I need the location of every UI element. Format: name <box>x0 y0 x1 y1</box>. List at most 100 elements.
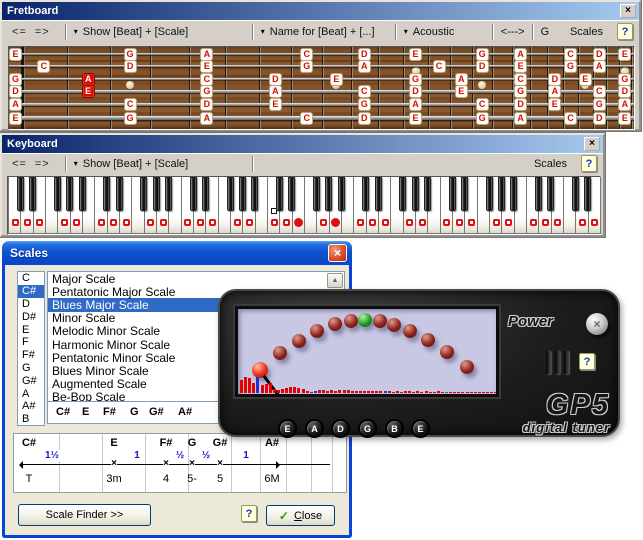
piano-black-key[interactable] <box>251 177 258 211</box>
piano-black-key[interactable] <box>362 177 369 211</box>
piano-black-key[interactable] <box>276 177 283 211</box>
fret-note-marker[interactable]: D <box>618 85 631 98</box>
fret-note-marker[interactable]: D <box>358 112 371 125</box>
piano-black-key[interactable] <box>399 177 406 211</box>
piano-black-key[interactable] <box>572 177 579 211</box>
fret-note-marker[interactable]: D <box>269 73 282 86</box>
fret-note-marker[interactable]: G <box>358 98 371 111</box>
scale-finder-button[interactable]: Scale Finder >> <box>18 504 151 526</box>
stretch-control[interactable]: <---> <box>501 26 525 38</box>
guitar-string[interactable] <box>9 65 634 67</box>
piano-black-key[interactable] <box>313 177 320 211</box>
fret-note-marker[interactable]: E <box>330 73 343 86</box>
piano-black-key[interactable] <box>202 177 209 211</box>
guitar-string[interactable] <box>9 53 634 55</box>
fret-note-marker[interactable]: G <box>564 60 577 73</box>
fret-note-marker[interactable]: A <box>548 85 561 98</box>
fret-note-marker[interactable]: C <box>514 73 527 86</box>
piano-black-key[interactable] <box>17 177 24 211</box>
tuner-string-button[interactable]: A <box>305 419 324 438</box>
fretboard-panel[interactable]: EGDAEGACDEGACDECDEGACDEGAACDEGACDEGEGACD… <box>8 46 635 130</box>
scales-link[interactable]: Scales <box>570 26 603 38</box>
fret-note-marker[interactable]: E <box>514 60 527 73</box>
fret-note-marker[interactable]: D <box>124 60 137 73</box>
piano-black-key[interactable] <box>79 177 86 211</box>
piano-black-key[interactable] <box>140 177 147 211</box>
fret-note-marker[interactable]: G <box>476 48 489 61</box>
fret-note-marker[interactable]: A <box>593 60 606 73</box>
help-icon[interactable]: ? <box>579 353 595 370</box>
fret-note-marker[interactable]: C <box>124 98 137 111</box>
open-note-marker[interactable]: A <box>9 98 22 111</box>
fret-note-marker[interactable]: D <box>409 85 422 98</box>
fret-note-marker[interactable]: G <box>300 60 313 73</box>
piano-black-key[interactable] <box>190 177 197 211</box>
piano-black-key[interactable] <box>165 177 172 211</box>
piano-black-key[interactable] <box>449 177 456 211</box>
fret-note-marker[interactable]: E <box>269 98 282 111</box>
piano-black-key[interactable] <box>498 177 505 211</box>
guitar-string[interactable] <box>9 90 634 93</box>
fret-note-marker[interactable]: D <box>358 48 371 61</box>
fret-note-marker[interactable]: C <box>476 98 489 111</box>
root-list-item[interactable]: A# <box>18 400 44 413</box>
prev-beat-button[interactable]: <= <box>12 158 27 170</box>
help-icon[interactable]: ? <box>241 505 257 522</box>
piano-black-key[interactable] <box>424 177 431 211</box>
fret-note-marker[interactable]: C <box>300 48 313 61</box>
open-note-marker[interactable]: E <box>9 48 22 61</box>
name-mode-dropdown[interactable]: Name for [Beat] + [...] <box>270 26 388 38</box>
piano-black-key[interactable] <box>239 177 246 211</box>
piano-black-key[interactable] <box>535 177 542 211</box>
tuner-string-button[interactable]: D <box>331 419 350 438</box>
piano-black-key[interactable] <box>510 177 517 211</box>
fret-note-marker[interactable]: D <box>593 48 606 61</box>
piano-black-key[interactable] <box>325 177 332 211</box>
fret-note-marker[interactable]: C <box>200 73 213 86</box>
show-mode-dropdown[interactable]: Show [Beat] + [Scale] <box>83 26 245 38</box>
prev-beat-button[interactable]: <= <box>12 26 27 38</box>
open-note-marker[interactable]: E <box>9 112 22 125</box>
root-note-list[interactable]: CC#DD#EFF#GG#AA#B <box>17 271 45 426</box>
fret-note-marker[interactable]: C <box>37 60 50 73</box>
key-indicator[interactable]: G <box>541 26 550 38</box>
fret-note-marker[interactable]: C <box>564 112 577 125</box>
fret-note-marker[interactable]: D <box>476 60 489 73</box>
fret-note-marker[interactable]: E <box>579 73 592 86</box>
piano-black-key[interactable] <box>375 177 382 211</box>
fret-note-marker[interactable]: G <box>409 73 422 86</box>
scales-link[interactable]: Scales <box>534 158 567 170</box>
beat-note-marker[interactable]: E <box>82 85 95 98</box>
fret-note-marker[interactable]: E <box>200 60 213 73</box>
root-list-item[interactable]: A <box>18 387 44 400</box>
root-list-item[interactable]: C <box>18 272 44 285</box>
open-note-marker[interactable]: G <box>9 73 22 86</box>
fret-note-marker[interactable]: A <box>200 112 213 125</box>
close-button[interactable]: ✓ Close <box>266 505 335 526</box>
root-list-item[interactable]: D <box>18 298 44 311</box>
fret-note-marker[interactable]: E <box>409 48 422 61</box>
fret-note-marker[interactable]: G <box>514 85 527 98</box>
fretboard-titlebar[interactable]: Fretboard × <box>2 2 639 20</box>
fret-note-marker[interactable]: A <box>514 48 527 61</box>
fret-note-marker[interactable]: G <box>618 73 631 86</box>
tuner-close-button[interactable]: × <box>586 313 608 335</box>
root-list-item[interactable]: E <box>18 323 44 336</box>
fret-note-marker[interactable]: E <box>409 112 422 125</box>
fret-note-marker[interactable]: A <box>409 98 422 111</box>
root-list-item[interactable]: C# <box>18 285 44 298</box>
piano-black-key[interactable] <box>461 177 468 211</box>
fret-note-marker[interactable]: A <box>358 60 371 73</box>
tuner-string-button[interactable]: G <box>358 419 377 438</box>
tuner-string-button[interactable]: E <box>411 419 430 438</box>
keyboard-close-button[interactable]: × <box>584 137 600 151</box>
guitar-string[interactable] <box>9 116 634 120</box>
tuner-string-button[interactable]: B <box>385 419 404 438</box>
piano-black-key[interactable] <box>227 177 234 211</box>
fret-note-marker[interactable]: A <box>200 48 213 61</box>
piano-black-key[interactable] <box>103 177 110 211</box>
keyboard-titlebar[interactable]: Keyboard × <box>2 135 603 153</box>
fret-note-marker[interactable]: C <box>300 112 313 125</box>
instrument-dropdown[interactable]: Acoustic <box>413 26 485 38</box>
piano-black-key[interactable] <box>66 177 73 211</box>
